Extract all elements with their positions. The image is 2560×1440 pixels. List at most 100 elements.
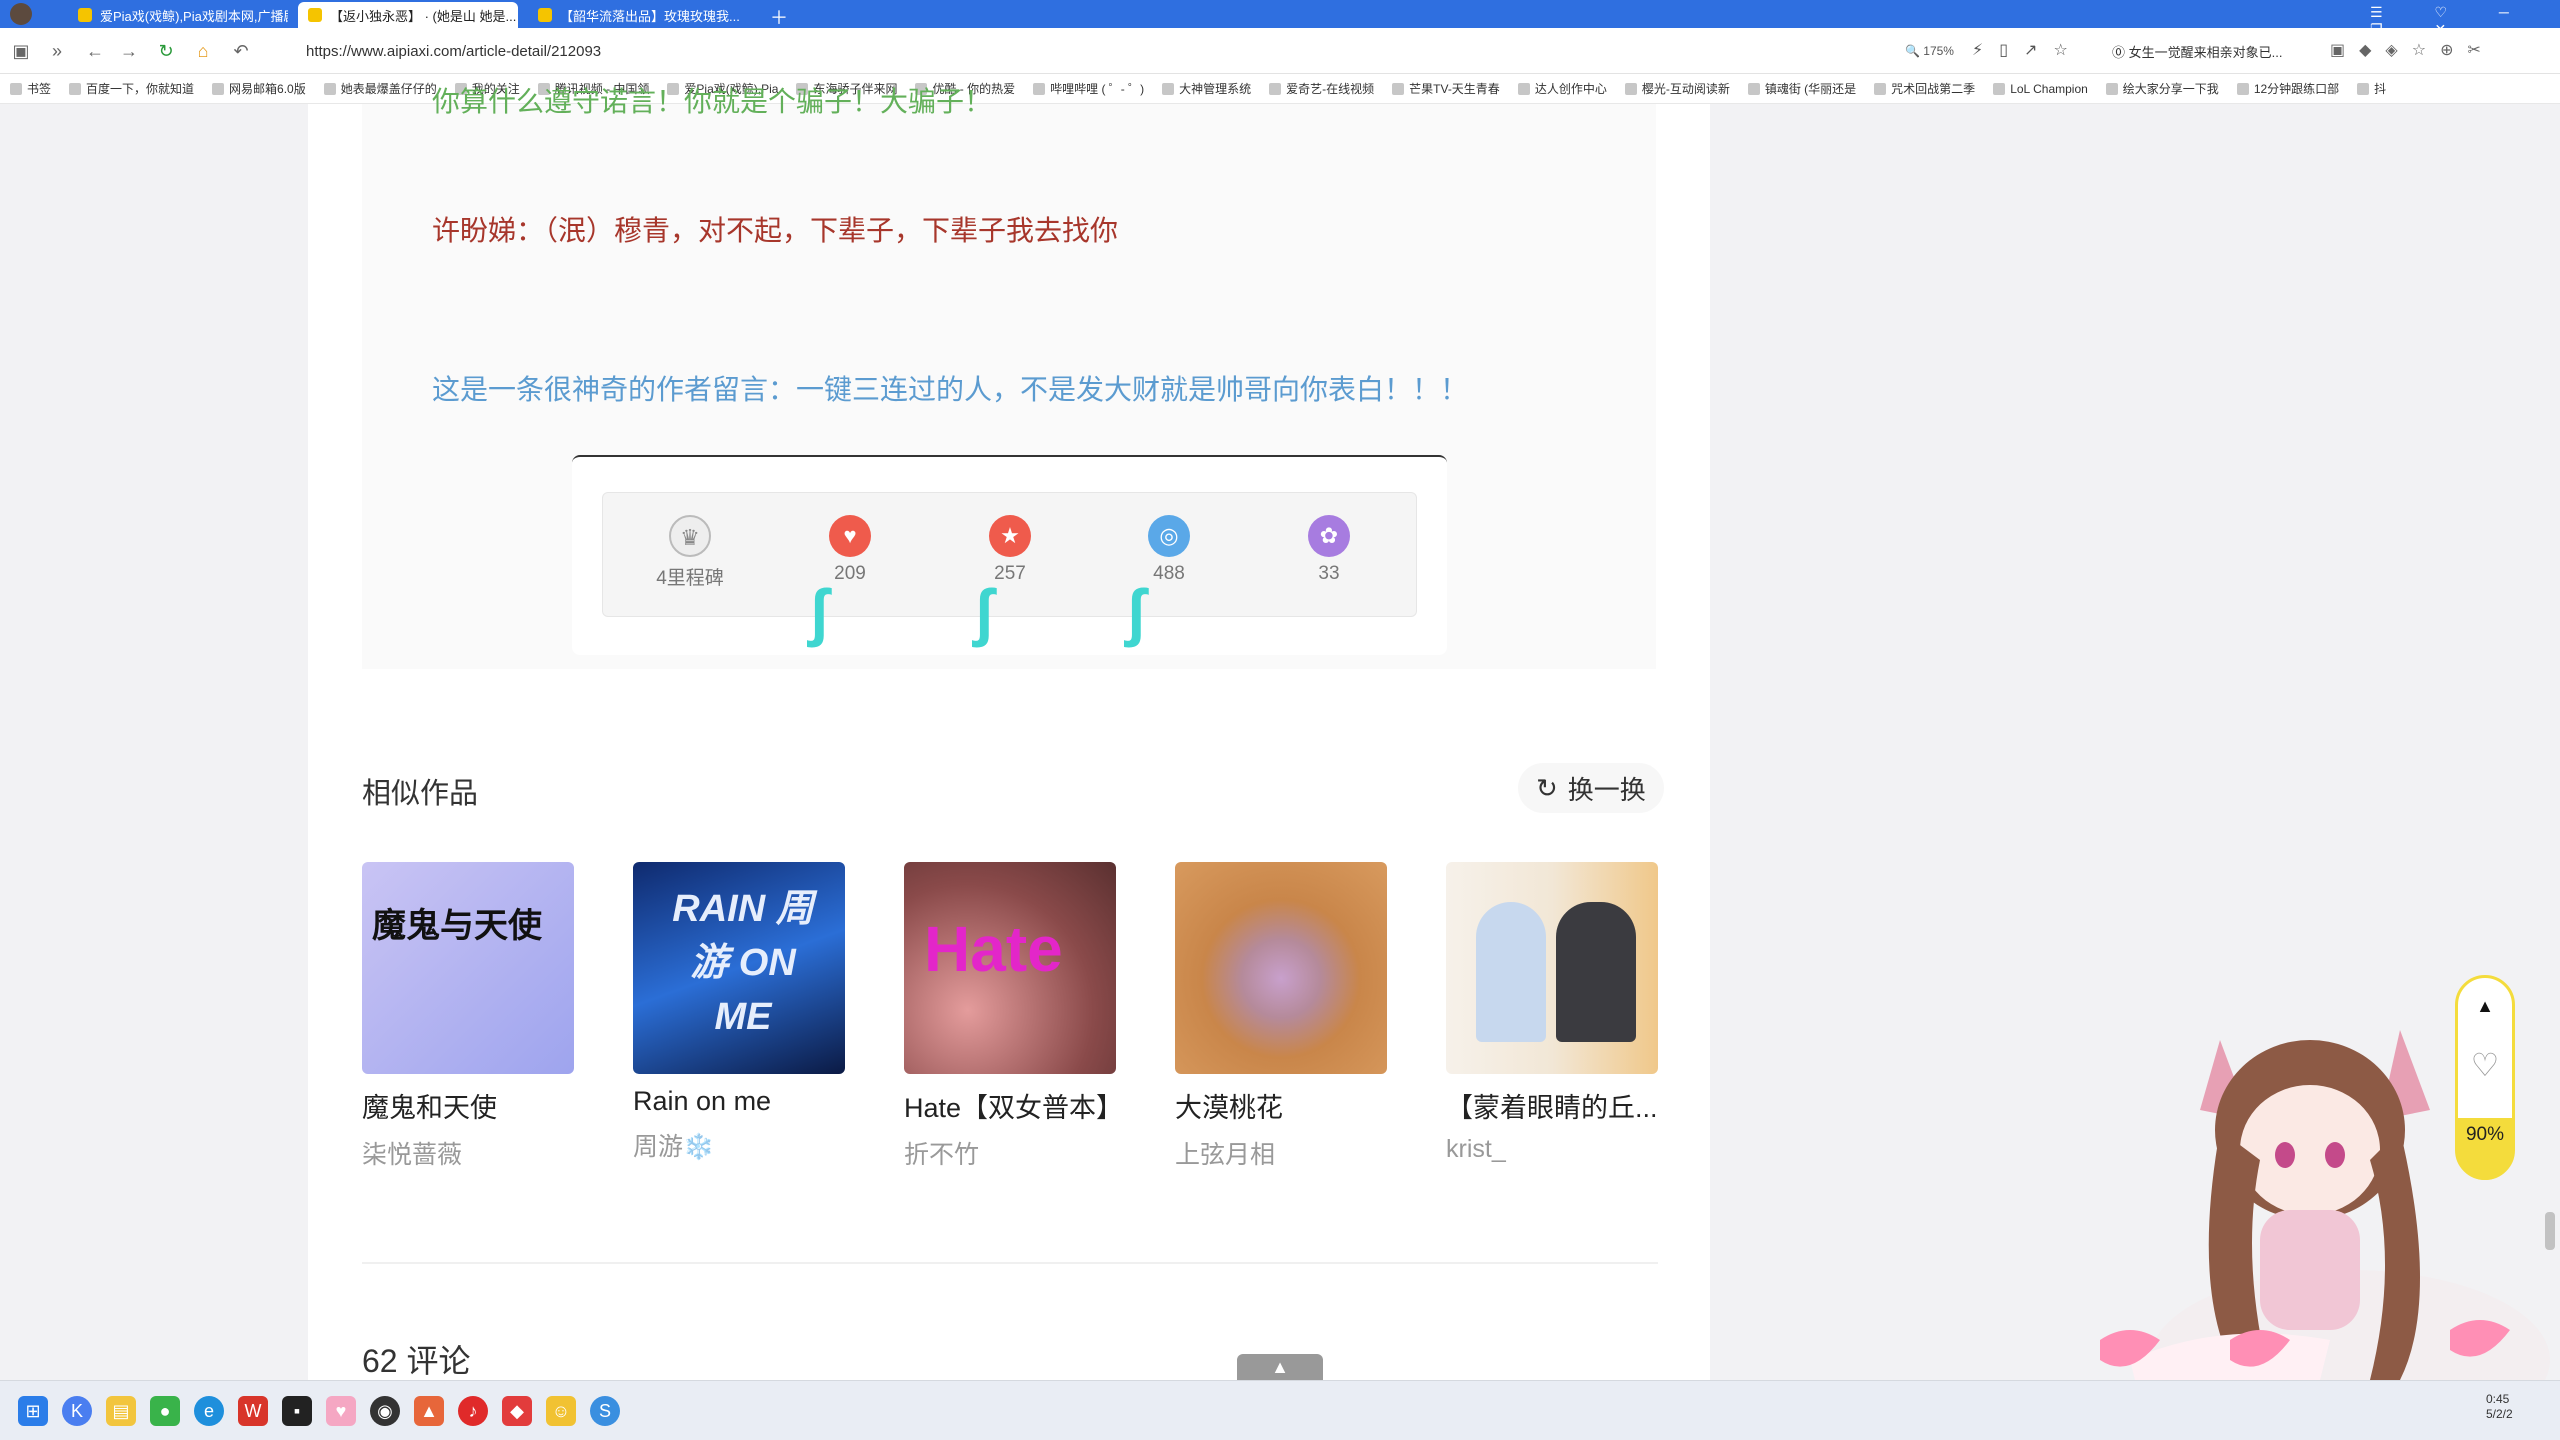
work-cover[interactable]: RAIN 周游 ON ME xyxy=(633,862,845,1074)
bookmark-item[interactable]: 镇魂街 (华丽还是 xyxy=(1747,80,1856,97)
work-author[interactable]: 折不竹 xyxy=(904,1135,1116,1171)
bookmark-icon xyxy=(323,82,336,95)
work-title[interactable]: 【蒙着眼睛的丘... xyxy=(1446,1086,1658,1125)
profile-avatar[interactable] xyxy=(10,3,32,25)
bookmark-icon xyxy=(1747,82,1760,95)
anime-app-icon[interactable]: ♥ xyxy=(326,1396,356,1426)
work-author[interactable]: 上弦月相 xyxy=(1175,1135,1387,1171)
reload-icon[interactable]: ↻ xyxy=(155,40,177,62)
bookmark-icon xyxy=(2357,82,2370,95)
bookmark-item[interactable]: 抖 xyxy=(2357,80,2386,97)
app-icon[interactable]: ◆ xyxy=(502,1396,532,1426)
coin-icon: ◎ xyxy=(1148,515,1190,557)
browser-tab-bar: 爱Pia戏(戏鲸),Pia戏剧本网,广播剧... ✕ 【返小独永恶】 · (她是… xyxy=(0,0,2560,37)
bookmark-item[interactable]: 大神管理系统 xyxy=(1162,80,1251,97)
bookmark-item[interactable]: 爱奇艺-在线视频 xyxy=(1269,80,1374,97)
undo-icon[interactable]: ↶ xyxy=(230,40,252,62)
forward-icon[interactable]: → xyxy=(118,40,140,62)
zoom-level: 175% xyxy=(1923,44,1954,58)
system-clock[interactable]: 0:45 5/2/2 xyxy=(2486,1392,2513,1422)
refresh-label: 换一换 xyxy=(1567,774,1646,805)
bookmark-label: 爱奇艺-在线视频 xyxy=(1286,82,1375,96)
close-icon[interactable]: ✕ xyxy=(516,7,518,23)
bookmark-item[interactable]: 百度一下，你就知道 xyxy=(69,80,194,97)
back-icon[interactable]: ← xyxy=(84,40,106,62)
collapse-up-button[interactable]: ▲ xyxy=(1237,1354,1323,1380)
work-card[interactable]: 魔鬼与天使 魔鬼和天使 柒悦蔷薇 xyxy=(362,862,574,1171)
browser-tab-1[interactable]: 爱Pia戏(戏鲸),Pia戏剧本网,广播剧... ✕ xyxy=(68,2,288,28)
work-card[interactable]: RAIN 周游 ON ME Rain on me 周游❄️ xyxy=(633,862,845,1163)
gift-count: 33 xyxy=(1318,563,1340,584)
work-author[interactable]: 柒悦蔷薇 xyxy=(362,1135,574,1171)
work-card[interactable]: 【蒙着眼睛的丘... krist_ xyxy=(1446,862,1658,1164)
wps-icon[interactable]: W xyxy=(238,1396,268,1426)
zoom-indicator[interactable]: 🔍 175% xyxy=(1905,44,1954,58)
work-title[interactable]: 魔鬼和天使 xyxy=(362,1086,574,1125)
home-icon[interactable]: ⌂ xyxy=(192,40,214,62)
app-icon[interactable]: ▲ xyxy=(414,1396,444,1426)
bookmark-item[interactable]: 网易邮箱6.0版 xyxy=(212,80,306,97)
bookmark-label: 抖 xyxy=(2374,82,2387,96)
edge-browser-icon[interactable]: e xyxy=(194,1396,224,1426)
work-card[interactable]: Hate Hate【双女普本】 折不竹 xyxy=(904,862,1123,1171)
expand-icon[interactable]: » xyxy=(46,40,68,62)
bookmark-item[interactable]: 咒术回战第二季 xyxy=(1874,80,1975,97)
bookmark-item[interactable]: 芒果TV-天生青春 xyxy=(1392,80,1500,97)
bookmark-item[interactable]: 12分钟跟练口部 xyxy=(2236,80,2340,97)
milestone-item[interactable]: ♛ 4里程碑 xyxy=(640,515,740,590)
site-favicon-icon xyxy=(538,8,552,22)
bookmark-item[interactable]: 绘大家分享一下我 xyxy=(2105,80,2219,97)
drawn-arrow-annotation: ʃ xyxy=(808,576,830,648)
milestone-label: 4里程碑 xyxy=(656,568,724,589)
work-card[interactable]: 大漠桃花 上弦月相 xyxy=(1175,862,1387,1171)
folder-icon[interactable]: ▤ xyxy=(106,1396,136,1426)
app-icon[interactable]: S xyxy=(590,1396,620,1426)
cover-text: RAIN 周游 ON ME xyxy=(672,888,814,1038)
sidebar-toggle-icon[interactable]: ▣ xyxy=(10,40,32,62)
close-icon[interactable]: ✕ xyxy=(740,7,749,23)
work-cover[interactable]: Hate xyxy=(904,862,1116,1074)
start-icon[interactable]: ⊞ xyxy=(18,1396,48,1426)
search-suggestion[interactable]: ⓪ 女生一觉醒来相亲对象已... xyxy=(2112,42,2322,61)
bookmark-label: 百度一下，你就知道 xyxy=(86,82,195,96)
toolbar-icons[interactable]: ⚡▯↗☆ xyxy=(1972,40,2084,60)
script-line: 你算什么遵守诺言！你就是个骗子！大骗子！ xyxy=(432,86,993,117)
refresh-button[interactable]: ↻ 换一换 xyxy=(1518,763,1664,813)
extension-icons[interactable]: ▣◆◈☆⊕✂ xyxy=(2330,40,2495,60)
work-title[interactable]: Rain on me xyxy=(633,1086,845,1117)
chat-app-icon[interactable]: ● xyxy=(150,1396,180,1426)
work-author[interactable]: 周游❄️ xyxy=(633,1127,845,1163)
work-cover[interactable] xyxy=(1175,862,1387,1074)
bookmark-item[interactable]: 哔哩哔哩 ( ゜- ゜) xyxy=(1033,80,1144,97)
work-author[interactable]: krist_ xyxy=(1446,1135,1658,1164)
work-cover[interactable]: 魔鬼与天使 xyxy=(362,862,574,1074)
bookmark-item[interactable]: LoL Champion xyxy=(1993,82,2088,96)
bookmark-icon xyxy=(69,82,82,95)
work-title[interactable]: Hate【双女普本】 xyxy=(904,1086,1123,1125)
terminal-icon[interactable]: ▪ xyxy=(282,1396,312,1426)
browser-tab-3[interactable]: 【韶华流落出品】玫瑰玫瑰我... ✕ xyxy=(528,2,748,28)
bookmark-label: 樱光-互动阅读新 xyxy=(1641,82,1730,96)
browser-tab-2[interactable]: 【返小独永恶】 · (她是山 她是... ✕ xyxy=(298,2,518,28)
app-icon[interactable]: ☺ xyxy=(546,1396,576,1426)
bookmark-icon xyxy=(1392,82,1405,95)
bookmark-label: 12分钟跟练口部 xyxy=(2253,82,2340,96)
work-cover[interactable] xyxy=(1446,862,1658,1074)
bookmark-item[interactable]: 书签 xyxy=(10,80,51,97)
app-icon[interactable]: ◉ xyxy=(370,1396,400,1426)
new-tab-icon[interactable]: ＋ xyxy=(770,4,788,30)
address-bar[interactable]: https://www.aipiaxi.com/article-detail/2… xyxy=(280,36,1920,66)
bookmark-item[interactable]: 她表最爆盖仔仔的 xyxy=(323,80,437,97)
url-text: https://www.aipiaxi.com/article-detail/2… xyxy=(306,42,602,60)
work-title[interactable]: 大漠桃花 xyxy=(1175,1086,1387,1125)
bookmark-label: 她表最爆盖仔仔的 xyxy=(340,82,437,96)
gift-item[interactable]: ✿ 33 xyxy=(1279,515,1379,585)
app-icon[interactable]: K xyxy=(62,1396,92,1426)
bookmark-label: 大神管理系统 xyxy=(1179,82,1252,96)
bookmark-item[interactable]: 达人创作中心 xyxy=(1517,80,1607,97)
star-icon: ★ xyxy=(989,515,1031,557)
bookmark-item[interactable]: 樱光-互动阅读新 xyxy=(1624,80,1730,97)
bookmark-label: 网易邮箱6.0版 xyxy=(229,82,306,96)
netease-music-icon[interactable]: ♪ xyxy=(458,1396,488,1426)
drawn-arrow-annotation: ʃ xyxy=(1125,576,1147,648)
